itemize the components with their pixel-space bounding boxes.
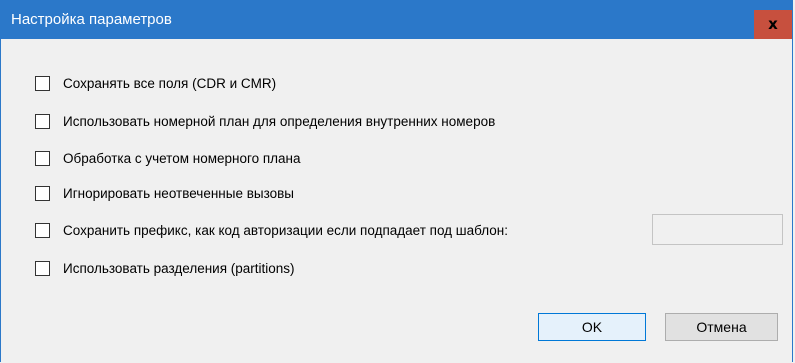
close-button[interactable]: x: [754, 10, 792, 39]
use-partitions-label[interactable]: Использовать разделения (partitions): [63, 261, 295, 276]
dialog-title: Настройка параметров: [11, 11, 172, 28]
option-process-number-plan[interactable]: Обработка с учетом номерного плана: [35, 148, 301, 168]
option-ignore-unanswered[interactable]: Игнорировать неотвеченные вызовы: [35, 183, 294, 203]
option-use-partitions[interactable]: Использовать разделения (partitions): [35, 258, 295, 278]
process-number-plan-checkbox[interactable]: [35, 150, 50, 166]
process-number-plan-label[interactable]: Обработка с учетом номерного плана: [63, 151, 301, 166]
settings-dialog: Настройка параметров x Сохранять все пол…: [0, 0, 793, 363]
option-use-number-plan[interactable]: Использовать номерной план для определен…: [35, 111, 495, 131]
option-save-prefix[interactable]: Сохранить префикс, как код авторизации е…: [35, 220, 508, 240]
dialog-content: Сохранять все поля (CDR и CMR) Использов…: [1, 39, 792, 363]
ok-button[interactable]: OK: [538, 313, 646, 341]
ignore-unanswered-checkbox[interactable]: [35, 185, 50, 201]
prefix-pattern-input[interactable]: [652, 214, 783, 245]
save-all-fields-label[interactable]: Сохранять все поля (CDR и CMR): [63, 76, 276, 91]
save-prefix-label[interactable]: Сохранить префикс, как код авторизации е…: [63, 223, 508, 238]
title-bar[interactable]: Настройка параметров x: [1, 1, 792, 39]
save-prefix-checkbox[interactable]: [35, 222, 50, 238]
save-all-fields-checkbox[interactable]: [35, 75, 50, 91]
ignore-unanswered-label[interactable]: Игнорировать неотвеченные вызовы: [63, 186, 294, 201]
option-save-all-fields[interactable]: Сохранять все поля (CDR и CMR): [35, 73, 276, 93]
use-partitions-checkbox[interactable]: [35, 260, 50, 276]
use-number-plan-checkbox[interactable]: [35, 113, 50, 129]
cancel-button[interactable]: Отмена: [665, 313, 778, 341]
use-number-plan-label[interactable]: Использовать номерной план для определен…: [63, 114, 495, 129]
